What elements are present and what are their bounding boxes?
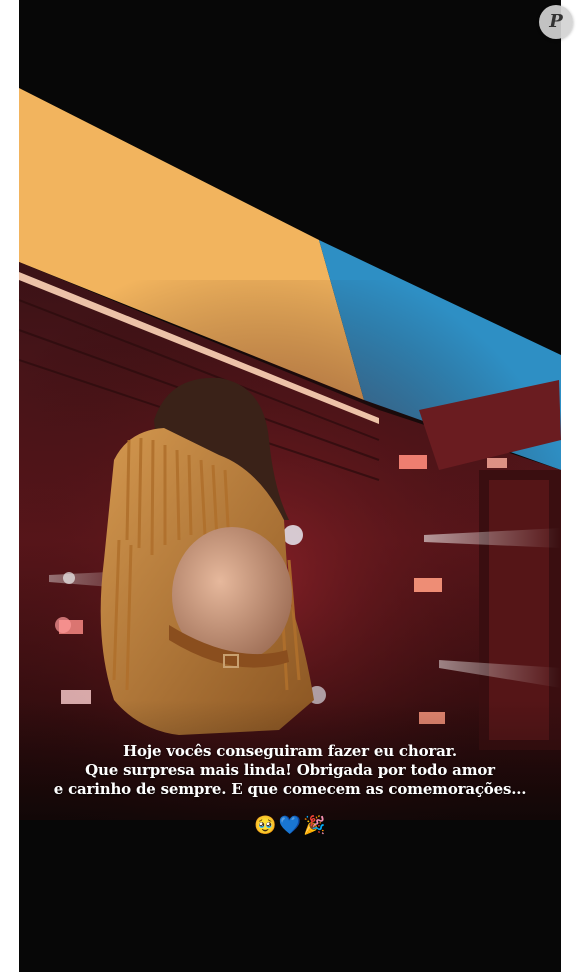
caption-line-3: e carinho de sempre. E que comecem as co… <box>53 780 527 798</box>
caption-line-2: Que surpresa mais linda! Obrigada por to… <box>85 761 495 779</box>
story-viewer[interactable]: Hoje vocês conseguiram fazer eu chorar. … <box>19 0 561 972</box>
source-badge-icon[interactable]: P <box>539 5 573 39</box>
pleading-face-emoji: 🥹 <box>254 815 277 836</box>
page-frame: Hoje vocês conseguiram fazer eu chorar. … <box>0 0 580 972</box>
party-popper-emoji: 🎉 <box>303 815 326 836</box>
caption-line-1: Hoje vocês conseguiram fazer eu chorar. <box>123 742 457 760</box>
blue-heart-emoji: 💙 <box>278 815 302 836</box>
emoji-row: 🥹 💙 🎉 <box>19 815 561 837</box>
story-caption: Hoje vocês conseguiram fazer eu chorar. … <box>19 742 561 799</box>
